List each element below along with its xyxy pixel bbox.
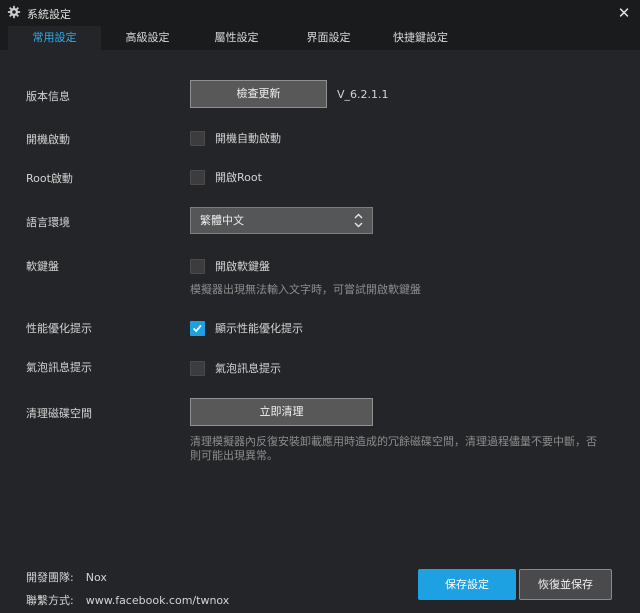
bubble-tip-option-label: 氣泡訊息提示	[215, 362, 281, 375]
tab-general[interactable]: 常用設定	[8, 26, 101, 50]
tab-properties[interactable]: 屬性設定	[190, 26, 283, 50]
disk-clean-hint-line1: 清理模擬器內反復安裝卸載應用時造成的冗餘磁碟空間，清理過程儘量不要中斷，否	[190, 435, 597, 448]
soft-keyboard-label: 軟鍵盤	[26, 260, 59, 273]
checkbox-box-checked[interactable]	[190, 320, 205, 336]
restore-and-save-button[interactable]: 恢復並保存	[519, 569, 612, 600]
root-start-checkbox[interactable]: 開啟Root	[190, 169, 262, 185]
gear-icon	[7, 5, 21, 19]
soft-keyboard-option-label: 開啟軟鍵盤	[215, 260, 270, 273]
dev-team-label: 開發團隊:	[26, 571, 74, 584]
window-title: 系統設定	[27, 8, 71, 21]
close-button[interactable]: ✕	[614, 3, 634, 23]
bubble-tip-label: 氣泡訊息提示	[26, 361, 92, 374]
checkbox-box[interactable]	[190, 130, 205, 146]
contact-value: www.facebook.com/twnox	[85, 594, 230, 607]
soft-keyboard-hint: 模擬器出現無法輸入文字時，可嘗試開啟軟鍵盤	[190, 283, 421, 296]
disk-clean-label: 清理磁碟空間	[26, 407, 92, 420]
language-selected-value: 繁體中文	[200, 214, 244, 227]
tab-bar: 常用設定 高級設定 屬性設定 界面設定 快捷鍵設定	[0, 26, 640, 50]
boot-start-label: 開機啟動	[26, 133, 70, 146]
root-start-option-label: 開啟Root	[215, 171, 262, 184]
root-start-label: Root啟動	[26, 172, 73, 185]
boot-start-checkbox[interactable]: 開機自動啟動	[190, 130, 281, 146]
title-bar: 系統設定 ✕	[0, 0, 640, 26]
tab-advanced[interactable]: 高級設定	[101, 26, 194, 50]
version-label: 版本信息	[26, 90, 70, 103]
language-label: 語言環境	[26, 216, 70, 229]
dev-team-value: Nox	[85, 571, 107, 584]
boot-start-option-label: 開機自動啟動	[215, 132, 281, 145]
chevron-updown-icon	[354, 213, 363, 228]
tab-interface[interactable]: 界面設定	[282, 26, 375, 50]
checkbox-box[interactable]	[190, 169, 205, 185]
save-settings-button[interactable]: 保存設定	[418, 569, 516, 600]
contact-line: 聯繫方式: www.facebook.com/twnox	[26, 592, 229, 608]
perf-tip-checkbox[interactable]: 顯示性能優化提示	[190, 320, 303, 336]
clean-now-button[interactable]: 立即清理	[190, 398, 373, 426]
bubble-tip-checkbox[interactable]: 氣泡訊息提示	[190, 360, 281, 376]
version-value: V_6.2.1.1	[337, 88, 389, 101]
contact-label: 聯繫方式:	[26, 594, 74, 607]
checkmark-icon	[192, 324, 202, 332]
dev-team-line: 開發團隊: Nox	[26, 569, 107, 585]
language-select[interactable]: 繁體中文	[190, 207, 373, 234]
soft-keyboard-checkbox[interactable]: 開啟軟鍵盤	[190, 258, 270, 274]
close-icon: ✕	[617, 4, 631, 22]
tab-shortcuts[interactable]: 快捷鍵設定	[374, 26, 467, 50]
checkbox-box[interactable]	[190, 360, 205, 376]
check-update-button[interactable]: 檢查更新	[190, 80, 327, 108]
perf-tip-label: 性能優化提示	[26, 322, 92, 335]
disk-clean-hint-line2: 則可能出現異常。	[190, 449, 278, 462]
checkbox-box[interactable]	[190, 258, 205, 274]
perf-tip-option-label: 顯示性能優化提示	[215, 322, 303, 335]
